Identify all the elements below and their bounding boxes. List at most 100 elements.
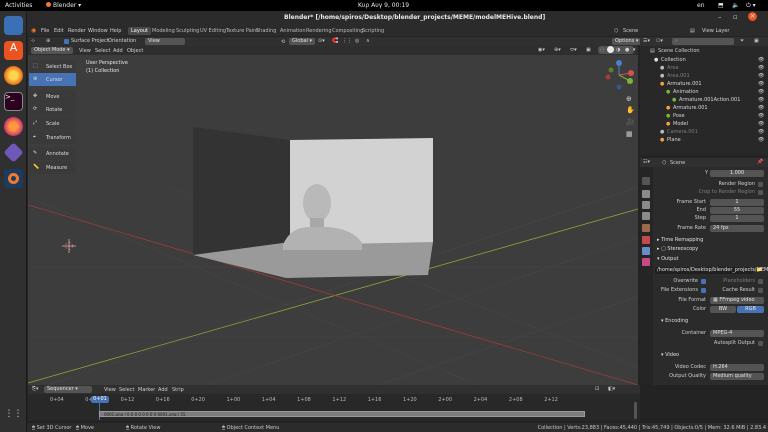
output-quality-dropdown[interactable]: Medium quality xyxy=(710,373,764,380)
viewport-menu-view[interactable]: View xyxy=(79,48,91,54)
terminal-icon[interactable]: >_ xyxy=(4,92,23,111)
3d-cursor[interactable] xyxy=(62,239,76,253)
overwrite-checkbox[interactable] xyxy=(701,279,706,284)
output-path-field[interactable]: /home/spiros/Desktop/blender_projects/ME… xyxy=(655,267,768,274)
gizmo-icon[interactable]: ⊕▾ xyxy=(554,47,561,53)
viewport-menu-object[interactable]: Object xyxy=(127,48,143,54)
world-tab-icon[interactable] xyxy=(642,236,650,244)
tool-rotate[interactable]: ⟳ Rotate xyxy=(29,103,76,116)
view-layer-selector[interactable]: View Layer xyxy=(702,28,729,34)
outliner-row[interactable]: ● Armature.001 👁 xyxy=(640,80,768,88)
placeholders-checkbox[interactable] xyxy=(758,279,763,284)
menu-help[interactable]: Help xyxy=(110,28,121,34)
output-tab-icon[interactable] xyxy=(642,201,650,209)
clock[interactable]: Κυρ Αυγ 9, 00:19 xyxy=(358,2,409,9)
outliner-row[interactable]: ● Pose 👁 xyxy=(640,112,768,120)
playhead-frame[interactable]: 0+01 xyxy=(91,396,109,403)
sequencer-menu-marker[interactable]: Marker xyxy=(138,387,155,393)
outliner-editor-icon[interactable]: ☰▾ xyxy=(643,38,650,44)
snap-target-icon[interactable]: ⋮⋮ xyxy=(342,38,352,44)
end-field[interactable]: 55 xyxy=(710,207,764,214)
tool-transform[interactable]: ⌖ Transform xyxy=(29,131,76,144)
scene-tab-icon[interactable] xyxy=(642,224,650,232)
file-extensions-checkbox[interactable] xyxy=(701,288,706,293)
mode-dropdown[interactable]: Object Mode ▾ xyxy=(31,47,73,54)
outliner-row[interactable]: ● Armature.001 👁 xyxy=(640,104,768,112)
menu-edit[interactable]: Edit xyxy=(54,28,64,34)
color-rgb-button[interactable]: RGB xyxy=(737,306,764,313)
sequencer-editor-icon[interactable]: ⎘▾ xyxy=(32,386,39,392)
outliner-filter-icon[interactable]: ⏷ xyxy=(740,38,744,44)
render-region-checkbox[interactable] xyxy=(758,182,763,187)
software-center-icon[interactable]: A xyxy=(4,41,23,60)
sequencer-overlay-icon[interactable]: ◧▾ xyxy=(608,386,615,392)
blender-app-menu[interactable]: Blender ▾ xyxy=(46,2,81,9)
y-value-field[interactable]: 1.000 xyxy=(710,170,764,177)
color-bw-button[interactable]: BW xyxy=(710,306,736,313)
3d-viewport[interactable] xyxy=(28,37,638,385)
overlays-icon[interactable]: ⬭▾ xyxy=(570,47,577,53)
minimize-button[interactable]: – xyxy=(718,13,722,21)
visibility-eye-icon[interactable]: 👁 xyxy=(758,129,764,135)
outliner-row[interactable]: ● Camera.001 👁 xyxy=(640,128,768,136)
viewport-menu-select[interactable]: Select xyxy=(95,48,110,54)
container-dropdown[interactable]: MPEG-4 xyxy=(710,330,764,337)
transform-orientation-icon[interactable]: ⟲ xyxy=(281,39,285,45)
options-dropdown[interactable]: Options ▾ xyxy=(612,38,642,45)
surface-project-checkbox[interactable] xyxy=(64,39,69,44)
outliner-row[interactable]: ● Plane 👁 xyxy=(640,136,768,144)
viewport-menu-add[interactable]: Add xyxy=(113,48,123,54)
pin-icon[interactable]: 📌 xyxy=(757,159,763,165)
outliner-new-collection-icon[interactable]: ▣ xyxy=(754,38,759,44)
activities-button[interactable]: Activities xyxy=(5,2,32,9)
cache-result-checkbox[interactable] xyxy=(758,288,763,293)
material-shading-icon[interactable]: ◑ xyxy=(616,47,620,53)
output-panel[interactable]: ▾ Output xyxy=(657,256,678,262)
sequencer-menu-select[interactable]: Select xyxy=(119,387,134,393)
collection-tab-icon[interactable] xyxy=(642,247,650,255)
autosplit-checkbox[interactable] xyxy=(758,341,763,346)
proportional-falloff-icon[interactable]: ∧ xyxy=(366,38,370,44)
outliner-display-mode-icon[interactable]: ⎔▾ xyxy=(656,38,663,44)
frame-start-field[interactable]: 1 xyxy=(710,199,764,206)
visibility-eye-icon[interactable]: 👁 xyxy=(758,65,764,71)
sequencer-scrollbar[interactable] xyxy=(634,402,637,419)
orientation-dropdown[interactable]: View xyxy=(145,38,185,45)
menu-render[interactable]: Render xyxy=(68,28,86,34)
tool-select-box[interactable]: ⬚ Select Box xyxy=(29,60,76,73)
outliner-row[interactable]: ● Collection 👁 xyxy=(640,56,768,64)
visibility-eye-icon[interactable]: 👁 xyxy=(758,81,764,87)
visibility-icon[interactable]: ◉▾ xyxy=(538,47,545,53)
zoom-icon[interactable]: ⊕ xyxy=(626,95,632,103)
step-field[interactable]: 1 xyxy=(710,215,764,222)
inkscape-icon[interactable] xyxy=(3,142,24,163)
visibility-eye-icon[interactable]: 👁 xyxy=(758,137,764,143)
outliner-row[interactable]: ● Area.001 👁 xyxy=(640,72,768,80)
tool-measure[interactable]: 📏 Measure xyxy=(29,161,76,174)
encoding-panel[interactable]: ▾ Encoding xyxy=(661,318,688,324)
sequencer-menu-add[interactable]: Add xyxy=(158,387,168,393)
sequencer-mode-dropdown[interactable]: Sequencer ▾ xyxy=(44,386,92,393)
outliner-row[interactable]: ● Animation 👁 xyxy=(640,88,768,96)
render-tab-icon[interactable] xyxy=(642,190,650,198)
blender-dock-icon[interactable] xyxy=(4,169,23,188)
tool-move[interactable]: ✥ Move xyxy=(29,90,76,103)
close-button[interactable]: × xyxy=(748,12,757,21)
workspace-tab-shading[interactable]: Shading xyxy=(253,27,279,35)
xray-icon[interactable]: ▣ xyxy=(586,47,591,53)
language-indicator[interactable]: en xyxy=(697,2,705,9)
blender-logo-icon[interactable]: ◉ xyxy=(31,27,36,34)
video-panel[interactable]: ▾ Video xyxy=(661,352,679,358)
pivot-icon[interactable]: ⊙▾ xyxy=(318,38,325,44)
outliner-row[interactable]: ● Armature.001Action.001 👁 xyxy=(640,96,768,104)
visibility-eye-icon[interactable]: 👁 xyxy=(758,97,764,103)
view-layer-tab-icon[interactable] xyxy=(642,212,650,220)
snap-icon[interactable]: ⊕ xyxy=(46,38,50,44)
wireframe-shading-icon[interactable]: ◌ xyxy=(600,47,604,53)
files-icon[interactable] xyxy=(4,16,23,35)
visibility-eye-icon[interactable]: 👁 xyxy=(758,73,764,79)
visibility-eye-icon[interactable]: 👁 xyxy=(758,105,764,111)
video-codec-dropdown[interactable]: H.264 xyxy=(710,364,764,371)
visibility-eye-icon[interactable]: 👁 xyxy=(758,89,764,95)
maximize-button[interactable]: ▫ xyxy=(733,13,738,21)
